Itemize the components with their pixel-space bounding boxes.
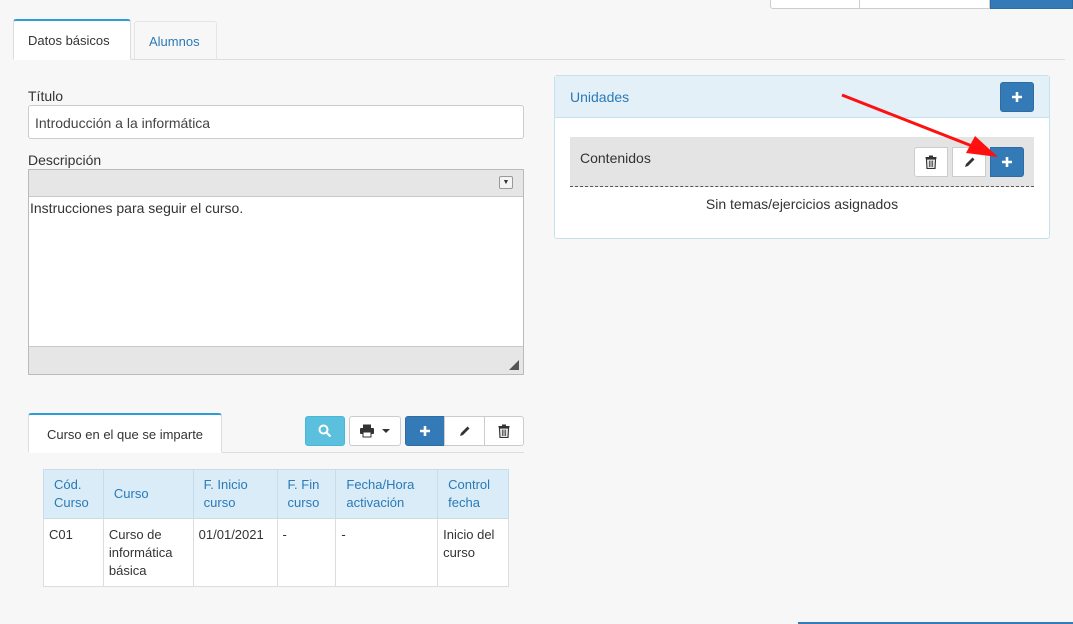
edit-course-button[interactable]: [444, 416, 485, 446]
course-table: Cód. Curso Curso F. Inicio curso F. Fin …: [43, 469, 509, 587]
edit-content-button[interactable]: [952, 147, 986, 177]
plus-icon: [420, 426, 430, 436]
description-editor: ▼ Instrucciones para seguir el curso.: [28, 169, 524, 375]
add-course-button[interactable]: [405, 416, 445, 446]
plus-icon: [1012, 92, 1022, 102]
add-content-button[interactable]: [990, 147, 1024, 177]
editor-toolbar: ▼: [29, 170, 523, 197]
search-icon: [318, 424, 332, 438]
pencil-icon: [964, 157, 974, 167]
column-header[interactable]: Cód. Curso: [43, 469, 104, 519]
trash-icon: [498, 424, 510, 438]
table-cell: Inicio del curso: [437, 518, 509, 587]
main-tabs: Datos básicos Alumnos: [13, 19, 1065, 60]
resize-grip-icon[interactable]: [509, 360, 519, 370]
table-cell: -: [335, 518, 439, 587]
editor-dropdown-icon[interactable]: ▼: [499, 176, 513, 189]
column-header[interactable]: Fecha/Hora activación: [335, 469, 439, 519]
contents-title: Contenidos: [580, 150, 651, 166]
caret-down-icon: [382, 429, 390, 433]
column-header[interactable]: F. Inicio curso: [192, 469, 278, 519]
column-header[interactable]: Curso: [102, 469, 194, 519]
table-row[interactable]: C01 Curso de informática básica 01/01/20…: [43, 518, 509, 587]
delete-content-button[interactable]: [914, 147, 948, 177]
table-cell: 01/01/2021: [192, 518, 278, 587]
top-toolbar: [770, 0, 1073, 9]
print-button[interactable]: [349, 416, 401, 446]
trash-icon: [925, 155, 937, 169]
column-header[interactable]: Control fecha: [437, 469, 509, 519]
units-panel-title: Unidades: [570, 89, 630, 105]
contents-row: Contenidos: [570, 137, 1034, 187]
units-panel-header: Unidades: [555, 76, 1049, 118]
top-button-primary[interactable]: [990, 0, 1073, 9]
pencil-icon: [460, 426, 470, 436]
delete-course-button[interactable]: [484, 416, 524, 446]
description-textarea[interactable]: Instrucciones para seguir el curso.: [29, 197, 523, 347]
table-cell: C01: [43, 518, 104, 587]
column-header[interactable]: F. Fin curso: [276, 469, 337, 519]
print-icon: [360, 424, 374, 438]
title-label: Título: [28, 88, 64, 104]
description-label: Descripción: [28, 152, 102, 168]
search-button[interactable]: [305, 416, 345, 446]
units-panel: Unidades Contenidos Sin temas/ejercicios…: [554, 75, 1050, 239]
table-cell: -: [276, 518, 337, 587]
tab-curso-imparte[interactable]: Curso en el que se imparte: [28, 413, 222, 453]
top-button-1[interactable]: [770, 0, 860, 9]
top-button-2[interactable]: [860, 0, 990, 9]
table-cell: Curso de informática básica: [102, 518, 194, 587]
title-input[interactable]: Introducción a la informática: [28, 105, 524, 139]
empty-message: Sin temas/ejercicios asignados: [705, 196, 899, 212]
table-header-row: Cód. Curso Curso F. Inicio curso F. Fin …: [43, 469, 509, 519]
plus-icon: [1002, 157, 1012, 167]
tab-datos-basicos[interactable]: Datos básicos: [13, 19, 131, 60]
tab-alumnos[interactable]: Alumnos: [134, 21, 217, 60]
editor-statusbar: [29, 346, 523, 374]
add-unit-button[interactable]: [1000, 82, 1034, 112]
